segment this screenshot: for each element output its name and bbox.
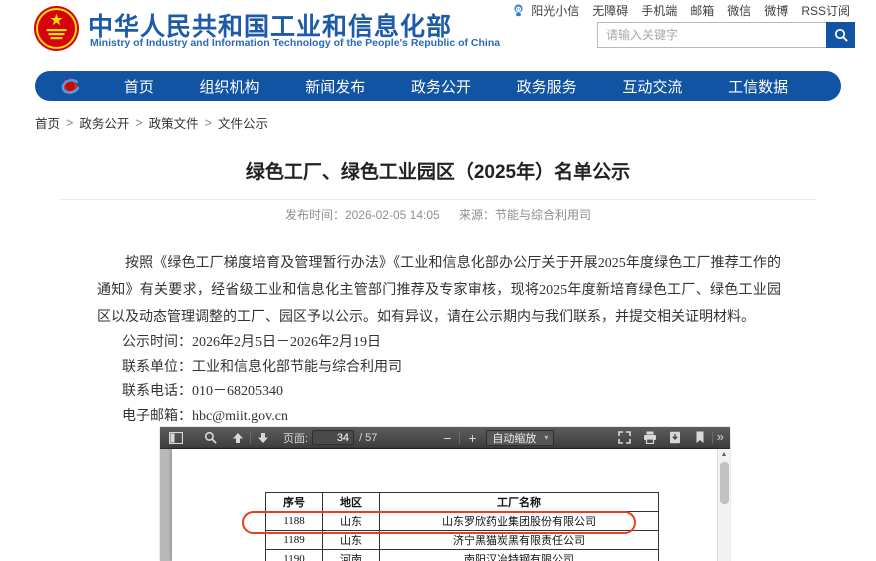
miit-webpage: 阳光小信 无障碍 手机端 邮箱 微信 微博 RSS订阅 中华人民共和国工业和信息…: [0, 0, 876, 561]
cell-factory-name: 山东罗欣药业集团股份有限公司: [379, 511, 659, 531]
search-input[interactable]: [598, 23, 826, 47]
miit-gear-logo-icon: [61, 77, 80, 95]
bookmark-button[interactable]: [690, 429, 710, 447]
presentation-mode-button[interactable]: [615, 429, 635, 447]
more-tools-button[interactable]: »: [717, 429, 724, 444]
zoom-in-button[interactable]: +: [462, 429, 482, 447]
breadcrumb-separator: >: [204, 115, 212, 130]
breadcrumb-home[interactable]: 首页: [35, 113, 60, 132]
pdf-scrollbar[interactable]: ▲: [717, 449, 730, 561]
breadcrumb-separator: >: [135, 115, 143, 130]
zoom-mode-value: 自动缩放: [492, 432, 537, 445]
cell-factory-name: 济宁黑猫炭黑有限责任公司: [379, 530, 659, 550]
zoom-mode-select[interactable]: 自动缩放 ▾: [486, 429, 555, 446]
scroll-up-arrow-icon[interactable]: ▲: [718, 449, 730, 460]
breadcrumb-policy-docs[interactable]: 政策文件: [149, 113, 199, 132]
national-emblem-logo: [34, 6, 79, 51]
contact-unit: 联系单位：工业和信息化部节能与综合利用司: [122, 359, 402, 375]
sidebar-toggle-icon: [169, 431, 183, 444]
page-label: 页面:: [283, 432, 309, 445]
table-row: 1188 山东 山东罗欣药业集团股份有限公司: [265, 511, 659, 531]
bookmark-icon: [696, 431, 704, 443]
sunshine-mascot-icon: [514, 4, 523, 17]
header-factory-name: 工厂名称: [379, 492, 659, 512]
breadcrumb-gov-affairs[interactable]: 政务公开: [79, 113, 129, 132]
contact-email: 电子邮箱：hbc@miit.gov.cn: [122, 408, 288, 424]
cell-region: 山东: [322, 511, 380, 531]
article-meta: 发布时间：2026-02-05 14:05 来源：节能与综合利用司: [0, 206, 876, 223]
nav-item-home[interactable]: 首页: [124, 76, 154, 97]
breadcrumb-separator: >: [66, 115, 74, 130]
cell-region: 河南: [322, 549, 380, 561]
page-number-input[interactable]: [312, 430, 355, 445]
header-region: 地区: [322, 492, 380, 512]
contact-info: 公示时间：2026年2月5日－2026年2月19日 联系单位：工业和信息化部节能…: [122, 331, 402, 429]
pdf-sidebar-toggle-button[interactable]: [166, 429, 186, 447]
pdf-body: 序号 地区 工厂名称 1188 山东 山东罗欣药业集团股份有限公司 1189 山…: [160, 449, 730, 561]
page-total: / 57: [359, 431, 378, 444]
article-title: 绿色工厂、绿色工业园区（2025年）名单公示: [245, 162, 631, 183]
pdf-previous-page-button[interactable]: [228, 429, 248, 447]
public-notice-period: 公示时间：2026年2月5日－2026年2月19日: [122, 335, 381, 350]
breadcrumb: 首页 > 政务公开 > 政策文件 > 文件公示: [35, 113, 268, 132]
table-header-row: 序号 地区 工厂名称: [265, 492, 659, 512]
top-link-sunshine[interactable]: 阳光小信: [531, 2, 579, 19]
find-icon: [204, 431, 217, 444]
download-icon: [669, 431, 680, 444]
nav-item-gov-affairs[interactable]: 政务公开: [411, 76, 471, 97]
arrow-down-icon: [258, 432, 268, 443]
top-link-weibo[interactable]: 微博: [764, 2, 788, 19]
nav-item-list: 首页 组织机构 新闻发布 政务公开 政务服务 互动交流 工信数据: [81, 76, 841, 97]
cell-factory-name: 南阳汉冶特钢有限公司: [379, 549, 659, 561]
factory-table: 序号 地区 工厂名称 1188 山东 山东罗欣药业集团股份有限公司 1189 山…: [265, 492, 659, 561]
table-row: 1189 山东 济宁黑猫炭黑有限责任公司: [265, 530, 659, 550]
print-icon: [643, 431, 656, 444]
article-paragraph: 按照《绿色工厂梯度培育及管理暂行办法》《工业和信息化部办公厅关于开展2025年度…: [97, 256, 781, 325]
pdf-next-page-button[interactable]: [253, 429, 273, 447]
top-link-wechat[interactable]: 微信: [727, 2, 751, 19]
nav-item-gov-services[interactable]: 政务服务: [517, 76, 577, 97]
dropdown-caret-icon: ▾: [544, 433, 549, 442]
search-button[interactable]: [826, 22, 855, 48]
breadcrumb-public-notice[interactable]: 文件公示: [218, 113, 268, 132]
top-link-accessibility[interactable]: 无障碍: [592, 2, 628, 19]
scrollbar-thumb[interactable]: [720, 462, 729, 504]
nav-item-interaction[interactable]: 互动交流: [622, 76, 682, 97]
article-source: 来源：节能与综合利用司: [459, 208, 592, 222]
arrow-up-icon: [233, 432, 243, 443]
top-link-rss[interactable]: RSS订阅: [801, 2, 850, 19]
search-icon: [834, 28, 848, 42]
zoom-out-button[interactable]: −: [437, 429, 457, 447]
cell-serial: 1189: [265, 530, 323, 550]
main-navigation: 首页 组织机构 新闻发布 政务公开 政务服务 互动交流 工信数据: [35, 71, 841, 101]
cell-region: 山东: [322, 530, 380, 550]
contact-phone: 联系电话：010－68205340: [122, 384, 283, 400]
top-link-mail[interactable]: 邮箱: [690, 2, 714, 19]
print-button[interactable]: [640, 429, 660, 447]
download-button[interactable]: [665, 429, 685, 447]
pdf-page: 序号 地区 工厂名称 1188 山东 山东罗欣药业集团股份有限公司 1189 山…: [172, 449, 717, 561]
site-search: [597, 22, 855, 48]
fullscreen-icon: [618, 431, 632, 444]
top-link-bar: 阳光小信 无障碍 手机端 邮箱 微信 微博 RSS订阅: [512, 2, 850, 19]
header-serial: 序号: [265, 492, 323, 512]
pdf-toolbar: 页面: / 57 − + 自动缩放 ▾: [160, 427, 730, 449]
nav-item-news[interactable]: 新闻发布: [305, 76, 365, 97]
cell-serial: 1188: [265, 511, 323, 531]
pdf-viewer: 页面: / 57 − + 自动缩放 ▾: [160, 427, 730, 561]
site-title-english: Ministry of Industry and Information Tec…: [90, 37, 501, 49]
publish-time: 发布时间：2026-02-05 14:05: [284, 208, 440, 222]
nav-item-organization[interactable]: 组织机构: [200, 76, 260, 97]
top-link-mobile[interactable]: 手机端: [641, 2, 677, 19]
cell-serial: 1190: [265, 549, 323, 561]
title-divider: [60, 199, 816, 200]
nav-item-data[interactable]: 工信数据: [728, 76, 788, 97]
table-row: 1190 河南 南阳汉冶特钢有限公司: [265, 549, 659, 561]
pdf-find-button[interactable]: [200, 429, 220, 447]
